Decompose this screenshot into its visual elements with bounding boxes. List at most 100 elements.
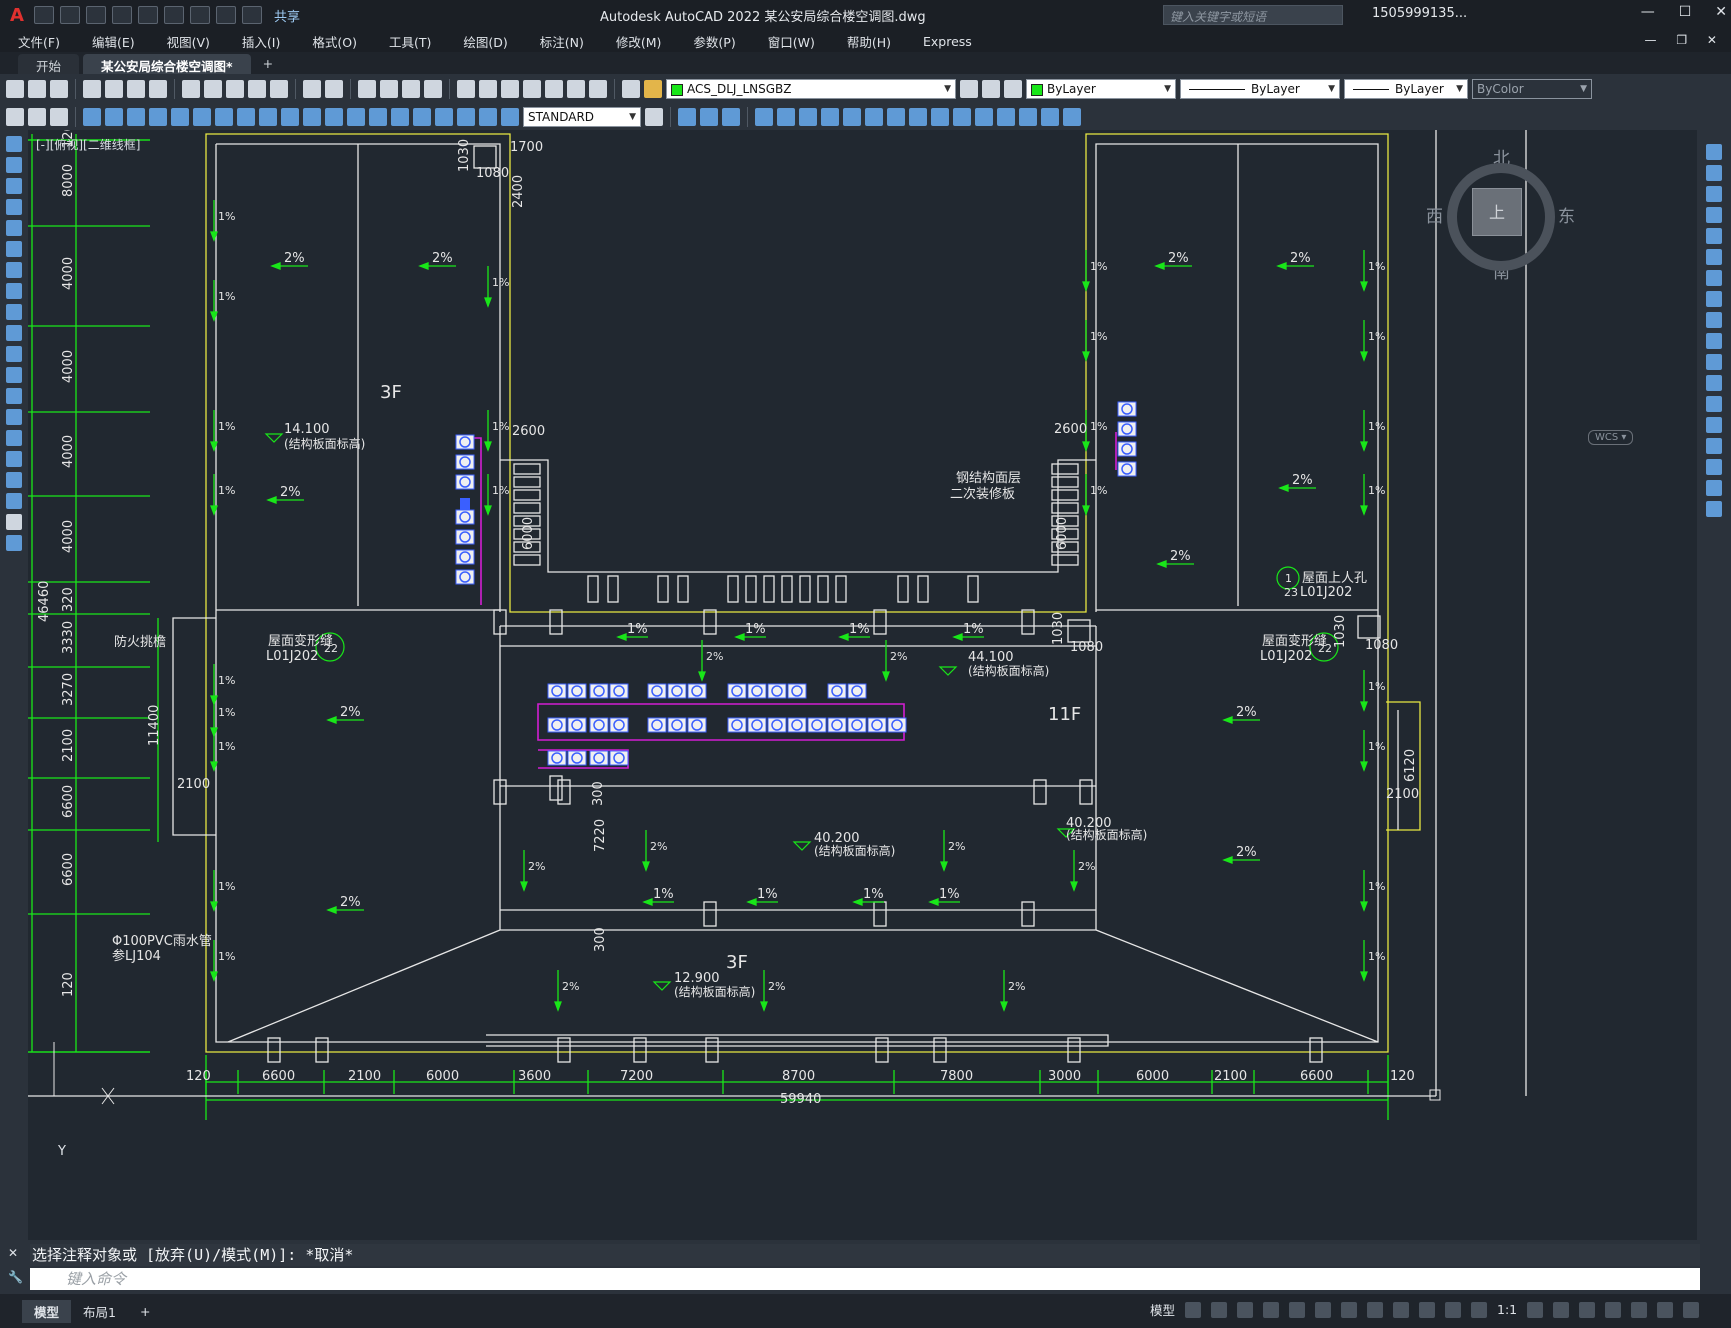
block-editor-icon[interactable]: [270, 80, 288, 98]
erase-tool-icon[interactable]: [1706, 144, 1722, 160]
menu-file[interactable]: 文件(F): [0, 32, 74, 51]
inspection-icon[interactable]: [413, 108, 431, 126]
block-insert-icon[interactable]: [1041, 108, 1059, 126]
dim-edit-icon[interactable]: [457, 108, 475, 126]
snap-icon[interactable]: [1211, 1301, 1228, 1318]
tolerance-icon[interactable]: [369, 108, 387, 126]
share-button[interactable]: 共享: [274, 6, 300, 25]
region-icon[interactable]: [6, 472, 22, 488]
autocad-logo[interactable]: A: [6, 5, 28, 26]
join-tool-icon[interactable]: [1706, 417, 1722, 433]
stretch-icon[interactable]: [843, 108, 861, 126]
menu-dimension[interactable]: 标注(N): [522, 32, 598, 51]
preview-icon[interactable]: [105, 80, 123, 98]
tab-drawing[interactable]: 某公安局综合楼空调图*: [83, 54, 251, 74]
dim-text-edit-icon[interactable]: [479, 108, 497, 126]
move-tool-icon[interactable]: [1706, 249, 1722, 265]
point-icon[interactable]: [6, 409, 22, 425]
stretch-tool-icon[interactable]: [1706, 312, 1722, 328]
break-icon[interactable]: [909, 108, 927, 126]
maximize-icon[interactable]: ☐: [1679, 4, 1692, 20]
layout-tab-1[interactable]: 布局1: [71, 1300, 128, 1323]
diameter-dim-icon[interactable]: [215, 108, 233, 126]
publish-icon[interactable]: [127, 80, 145, 98]
layout-tab-model[interactable]: 模型: [22, 1299, 72, 1323]
attach-icon[interactable]: [1063, 108, 1081, 126]
send-back-icon[interactable]: [50, 108, 68, 126]
isodraft-icon[interactable]: [1289, 1301, 1306, 1318]
circle-icon[interactable]: [6, 262, 22, 278]
make-current-icon[interactable]: [960, 80, 978, 98]
menu-modify[interactable]: 修改(M): [598, 32, 676, 51]
layer-iso-icon[interactable]: [1004, 80, 1022, 98]
construction-line-icon[interactable]: [6, 157, 22, 173]
plotstyle-dropdown[interactable]: ByColor ▼: [1472, 79, 1592, 99]
spline-icon[interactable]: [6, 304, 22, 320]
explode-icon[interactable]: [997, 108, 1015, 126]
jogged-dim-icon[interactable]: [193, 108, 211, 126]
layer-previous-icon[interactable]: [982, 80, 1000, 98]
sheet-set-icon[interactable]: [523, 80, 541, 98]
revcloud-icon[interactable]: [6, 283, 22, 299]
viewcube-top-face[interactable]: 上: [1472, 188, 1522, 236]
annotation-visibility-icon[interactable]: [1445, 1301, 1462, 1318]
open-icon[interactable]: [60, 6, 80, 24]
dim-style-icon[interactable]: [645, 108, 663, 126]
markup-icon[interactable]: [545, 80, 563, 98]
undo-icon[interactable]: [216, 6, 236, 24]
quick-properties-icon[interactable]: [1605, 1301, 1622, 1318]
drawing-canvas[interactable]: 3F 11F 3F 14.100 (结构板面标高) 44.100 (结构板面标高…: [28, 130, 1697, 1240]
center-mark-icon[interactable]: [391, 108, 409, 126]
rectangle-icon[interactable]: [6, 220, 22, 236]
explode-tool-icon[interactable]: [1706, 501, 1722, 517]
tool-palettes-icon[interactable]: [501, 80, 519, 98]
baseline-dim-icon[interactable]: [281, 108, 299, 126]
close-command-icon[interactable]: ✕: [8, 1246, 18, 1260]
open-file-icon[interactable]: [28, 80, 46, 98]
radius-dim-icon[interactable]: [171, 108, 189, 126]
mirror-tool-icon[interactable]: [1706, 186, 1722, 202]
match-properties-icon[interactable]: [248, 80, 266, 98]
hatch-icon[interactable]: [6, 430, 22, 446]
blend-icon[interactable]: [1706, 480, 1722, 496]
mirror-icon[interactable]: [700, 108, 718, 126]
redo-icon[interactable]: [242, 6, 262, 24]
fillet-icon[interactable]: [975, 108, 993, 126]
3d-print-icon[interactable]: [149, 80, 167, 98]
textstyle-dropdown[interactable]: STANDARD ▼: [523, 107, 641, 127]
menu-insert[interactable]: 插入(I): [224, 32, 294, 51]
menu-edit[interactable]: 编辑(E): [74, 32, 149, 51]
array-tool-icon[interactable]: [1706, 228, 1722, 244]
polar-icon[interactable]: [1263, 1301, 1280, 1318]
copy-obj-icon[interactable]: [678, 108, 696, 126]
rotate-tool-icon[interactable]: [1706, 270, 1722, 286]
angular-dim-icon[interactable]: [237, 108, 255, 126]
add-selected-icon[interactable]: [6, 535, 22, 551]
lineweight-dropdown[interactable]: ByLayer ▼: [1344, 79, 1468, 99]
scale-icon[interactable]: [821, 108, 839, 126]
layer-dropdown[interactable]: ACS_DLJ_LNSGBZ ▼: [666, 79, 956, 99]
trim-tool-icon[interactable]: [1706, 333, 1722, 349]
menu-window[interactable]: 窗口(W): [750, 32, 829, 51]
linear-dim-icon[interactable]: [83, 108, 101, 126]
compass-west[interactable]: 西: [1426, 202, 1443, 227]
bring-front-icon[interactable]: [28, 108, 46, 126]
ellipse-arc-icon[interactable]: [6, 346, 22, 362]
object-snap-tracking-icon[interactable]: [1315, 1301, 1332, 1318]
ortho-icon[interactable]: [1237, 1301, 1254, 1318]
ordinate-dim-icon[interactable]: [149, 108, 167, 126]
extend-icon[interactable]: [887, 108, 905, 126]
workspace-gear-icon[interactable]: [1527, 1301, 1544, 1318]
extend-tool-icon[interactable]: [1706, 354, 1722, 370]
break-tool-icon[interactable]: [1706, 396, 1722, 412]
linetype-dropdown[interactable]: ByLayer ▼: [1180, 79, 1340, 99]
new-tab-button[interactable]: +: [255, 54, 281, 74]
compass-east[interactable]: 东: [1558, 202, 1575, 227]
mtext-icon[interactable]: [6, 514, 22, 530]
menu-tools[interactable]: 工具(T): [371, 32, 445, 51]
rotate-icon[interactable]: [799, 108, 817, 126]
menu-help[interactable]: 帮助(H): [829, 32, 905, 51]
units-icon[interactable]: [1579, 1301, 1596, 1318]
save-file-icon[interactable]: [50, 80, 68, 98]
erase-icon[interactable]: [1019, 108, 1037, 126]
